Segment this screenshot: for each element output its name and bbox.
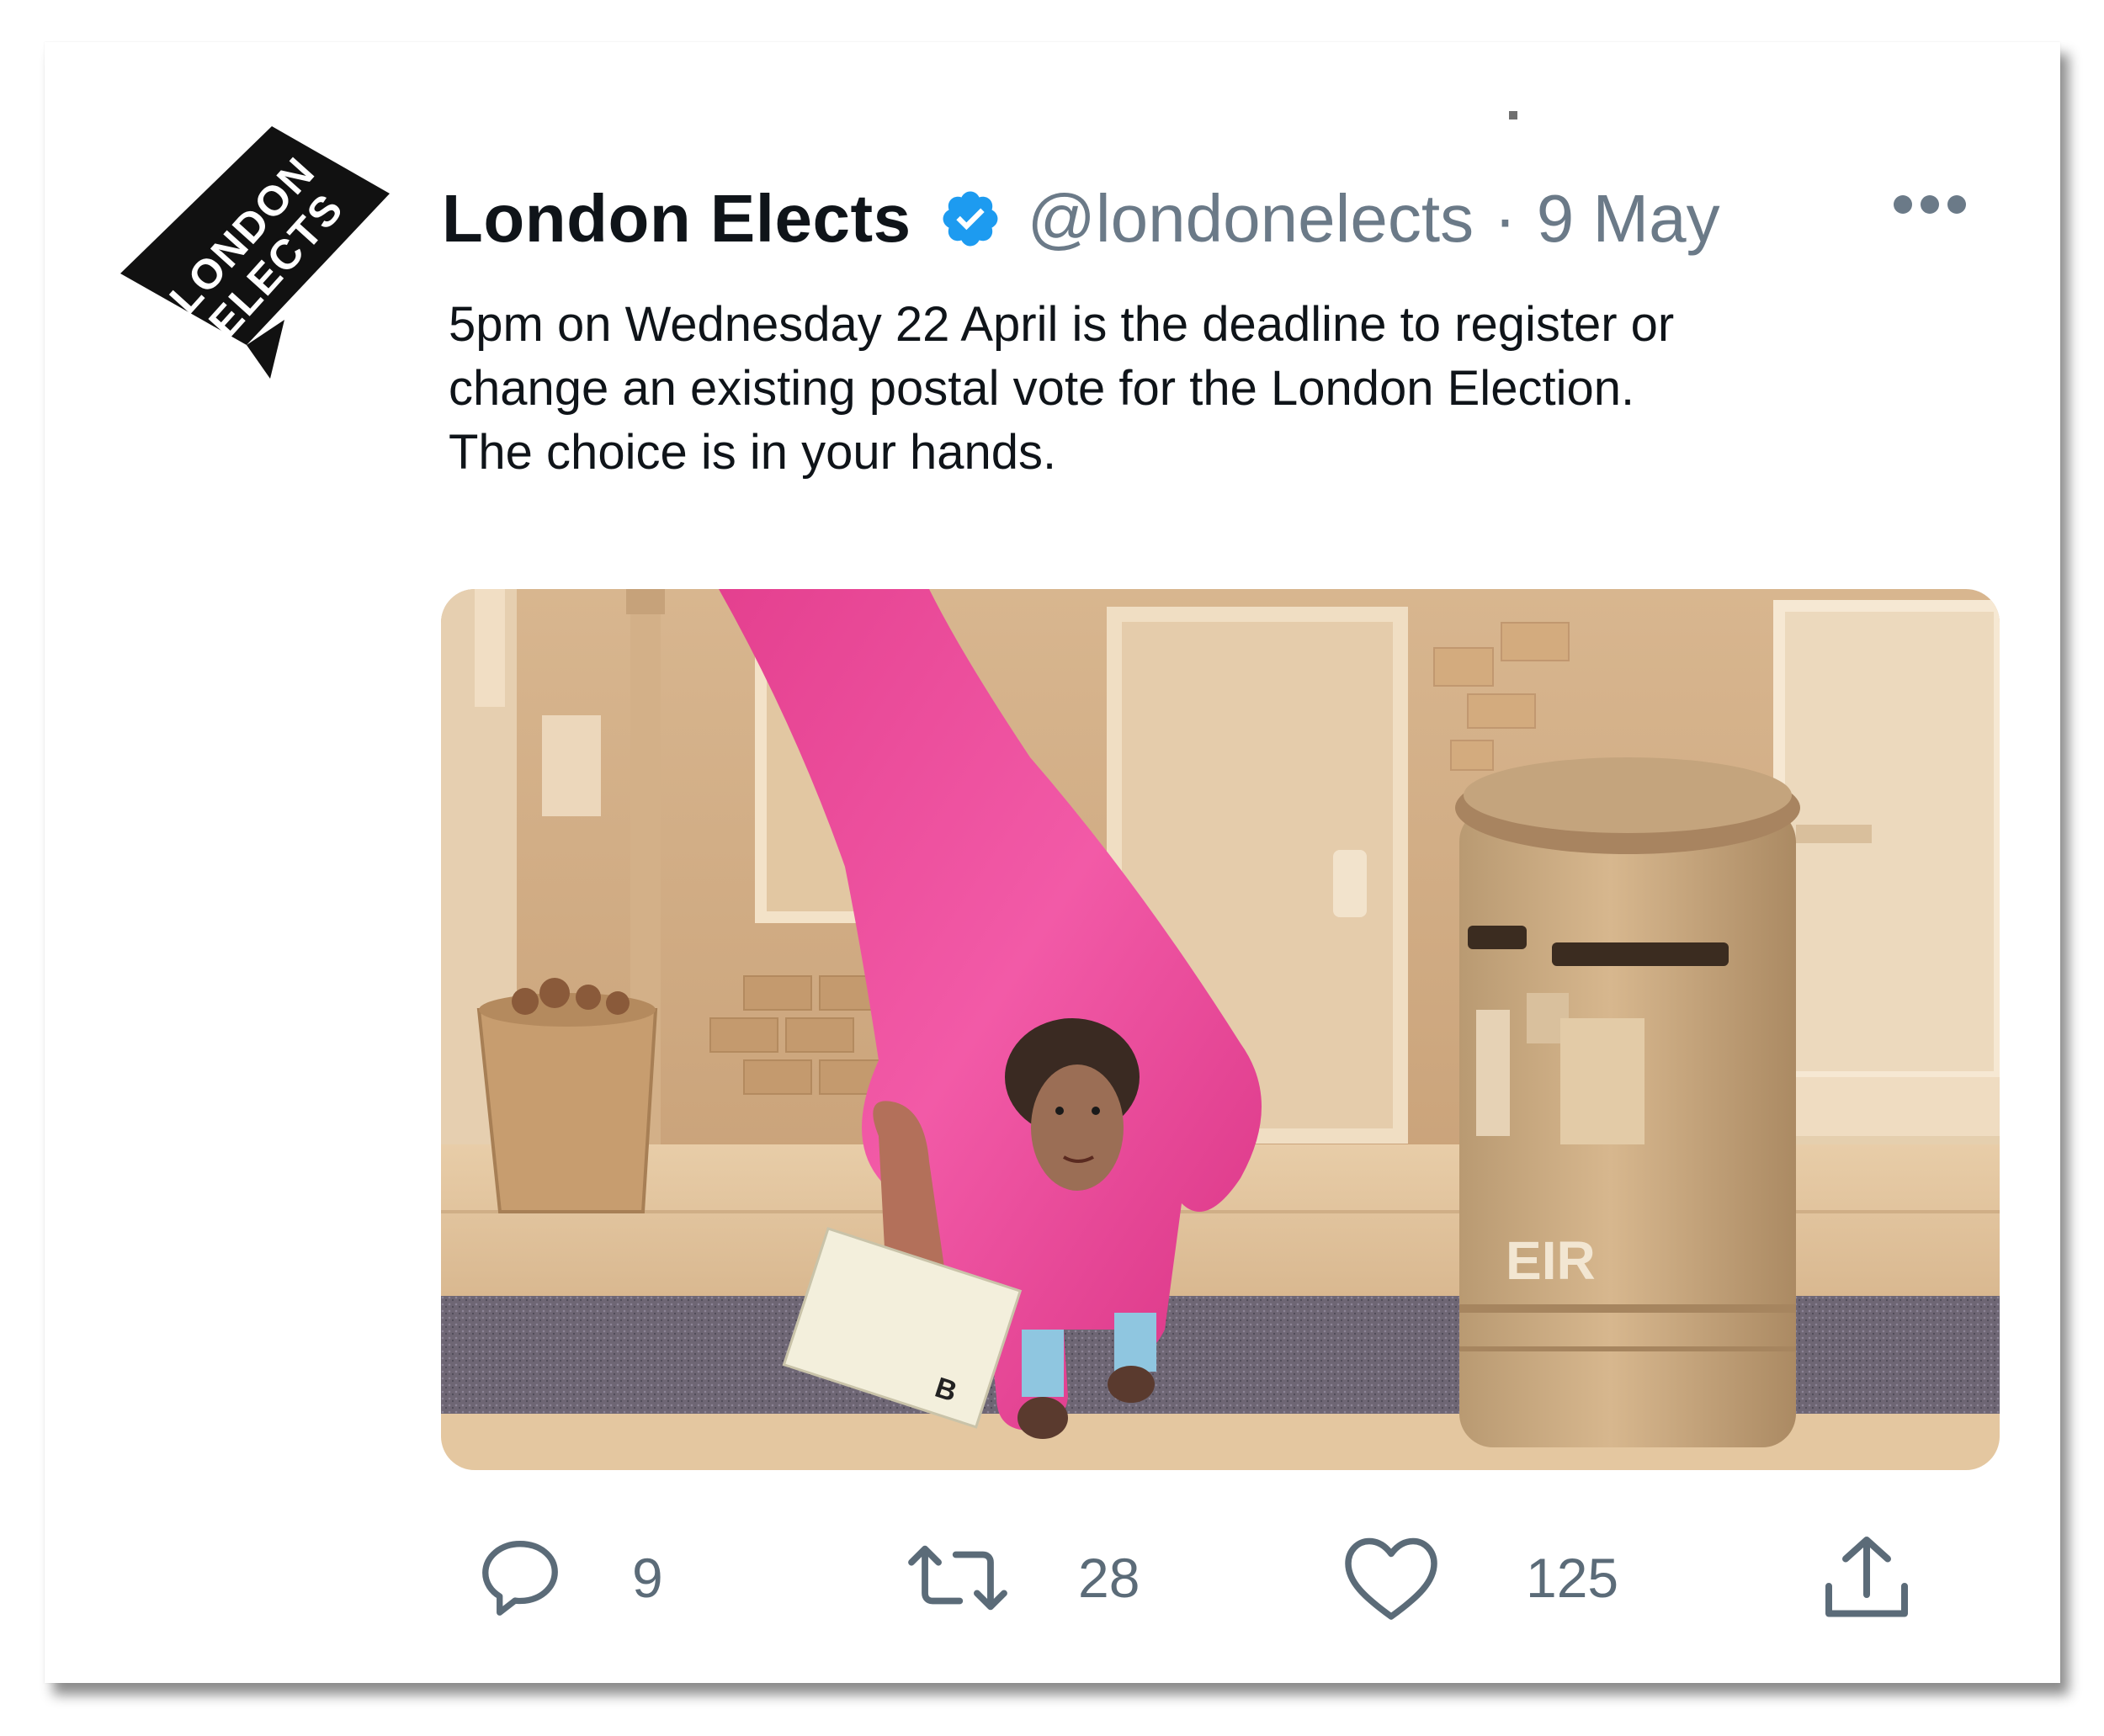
dust-speck [1509, 111, 1517, 119]
share-icon [1825, 1537, 1908, 1617]
reply-count: 9 [632, 1547, 663, 1609]
tweet-action-bar: 9 28 125 [45, 1523, 2060, 1632]
reply-icon [482, 1541, 558, 1616]
like-count: 125 [1526, 1547, 1619, 1609]
header-separator: · [1494, 181, 1517, 256]
display-name[interactable]: London Elects [442, 180, 911, 257]
postbox-cypher: EIR [1506, 1230, 1596, 1291]
tweet-card[interactable]: LONDON ELECTS London Elects @londonelect… [45, 42, 2060, 1683]
user-handle[interactable]: @londonelects [1028, 180, 1474, 257]
retweet-button[interactable]: 28 [903, 1523, 1140, 1632]
tweet-text-line: The choice is in your hands. [449, 425, 1057, 480]
tweet-date[interactable]: 9 May [1537, 180, 1720, 257]
retweet-count: 28 [1078, 1547, 1140, 1609]
tweet-text-line: 5pm on Wednesday 22 April is the deadlin… [449, 297, 1675, 352]
tweet-text-line: change an existing postal vote for the L… [449, 361, 1635, 416]
share-button[interactable] [1816, 1523, 1917, 1632]
reply-button[interactable]: 9 [474, 1523, 663, 1632]
tweet-header: London Elects @londonelects · 9 May [442, 168, 1720, 269]
retweet-icon [908, 1545, 1007, 1611]
verified-badge-icon [943, 191, 998, 247]
london-elects-logo-avatar[interactable]: LONDON ELECTS [120, 126, 390, 379]
tweet-text: 5pm on Wednesday 22 April is the deadlin… [449, 293, 1963, 485]
heart-icon [1345, 1537, 1437, 1620]
like-button[interactable]: 125 [1341, 1523, 1618, 1632]
tweet-photo[interactable]: B EIR [441, 589, 2000, 1470]
more-options-icon[interactable] [1888, 183, 1972, 226]
cardboard-street-scene-image: B EIR [441, 589, 2000, 1470]
